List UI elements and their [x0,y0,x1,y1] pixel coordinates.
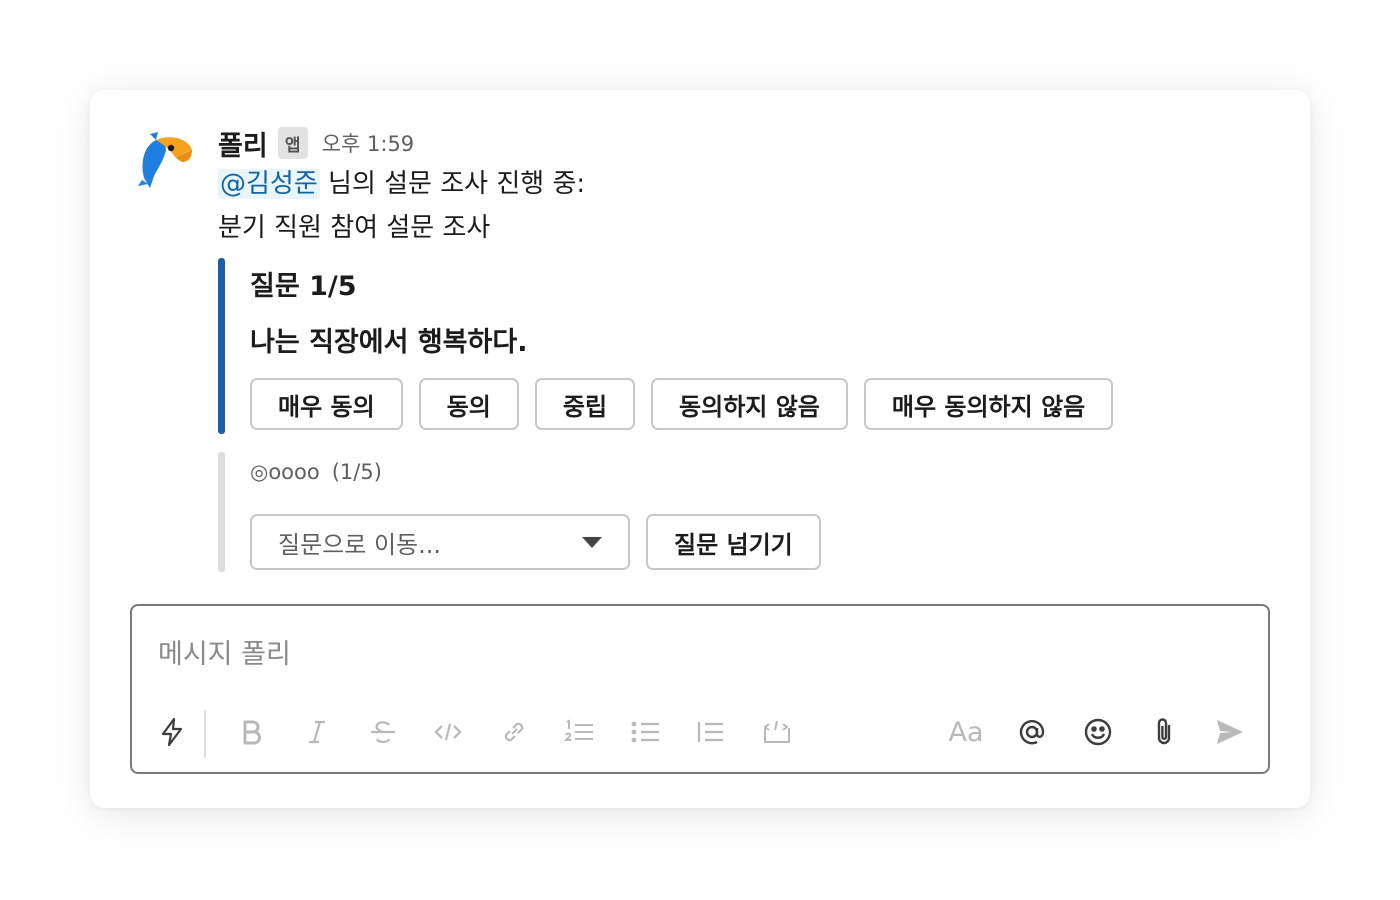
answer-strongly-agree-button[interactable]: 매우 동의 [250,378,403,430]
code-icon[interactable] [426,710,470,754]
message-card: 폴리 앱 오후 1:59 @김성준 님의 설문 조사 진행 중: 분기 직원 참… [90,90,1310,808]
toolbar-divider [204,710,206,758]
question-number: 질문 1/5 [250,271,357,302]
accent-bar [218,258,225,434]
select-placeholder: 질문으로 이동... [278,530,441,559]
neutral-bar [218,452,225,572]
polly-logo-icon [138,132,192,188]
sender-name[interactable]: 폴리 [218,124,268,163]
message-composer: 메시지 폴리 Aa [130,604,1270,774]
jump-to-question-select[interactable]: 질문으로 이동... [250,514,630,570]
user-mention[interactable]: @김성준 [218,169,320,199]
progress-dots: ◎oooo [250,460,320,484]
composer-input[interactable]: 메시지 폴리 [158,632,291,671]
timestamp[interactable]: 오후 1:59 [322,128,414,158]
skip-question-button[interactable]: 질문 넘기기 [646,514,821,570]
italic-icon[interactable] [295,710,339,754]
progress-indicator: ◎oooo (1/5) [250,452,1270,492]
navigation-block: ◎oooo (1/5) 질문으로 이동... 질문 넘기기 [218,452,1270,574]
intro-text: 님의 설문 조사 진행 중: [319,169,586,199]
answer-disagree-button[interactable]: 동의하지 않음 [651,378,848,430]
bulleted-list-icon[interactable] [624,710,668,754]
answer-options: 매우 동의 동의 중립 동의하지 않음 매우 동의하지 않음 [250,378,1270,430]
bold-icon[interactable] [230,710,274,754]
emoji-icon[interactable] [1076,710,1120,754]
progress-count: (1/5) [331,460,382,484]
code-block-icon[interactable] [755,710,799,754]
shortcuts-icon[interactable] [150,710,194,754]
question-block: 질문 1/5 나는 직장에서 행복하다. 매우 동의 동의 중립 동의하지 않음… [218,258,1270,434]
survey-title: 분기 직원 참여 설문 조사 [218,213,491,243]
composer-toolbar: Aa [132,710,1268,758]
answer-neutral-button[interactable]: 중립 [534,378,636,430]
numbered-list-icon[interactable] [558,710,602,754]
navigation-controls: 질문으로 이동... 질문 넘기기 [250,514,1270,570]
strikethrough-icon[interactable] [361,710,405,754]
message-header: 폴리 앱 오후 1:59 [218,124,1270,162]
answer-strongly-disagree-button[interactable]: 매우 동의하지 않음 [863,378,1114,430]
question-text: 나는 직장에서 행복하다. [250,327,528,358]
answer-agree-button[interactable]: 동의 [418,378,519,430]
send-icon[interactable] [1208,710,1252,754]
link-icon[interactable] [492,710,536,754]
app-badge: 앱 [277,127,308,159]
mention-icon[interactable] [1010,710,1054,754]
message-body: 폴리 앱 오후 1:59 @김성준 님의 설문 조사 진행 중: 분기 직원 참… [218,124,1270,574]
attachment-icon[interactable] [1142,710,1186,754]
blockquote-icon[interactable] [689,710,733,754]
intro-line: @김성준 님의 설문 조사 진행 중: [218,162,1270,206]
caret-down-icon [582,536,602,548]
format-icon[interactable]: Aa [944,710,988,754]
